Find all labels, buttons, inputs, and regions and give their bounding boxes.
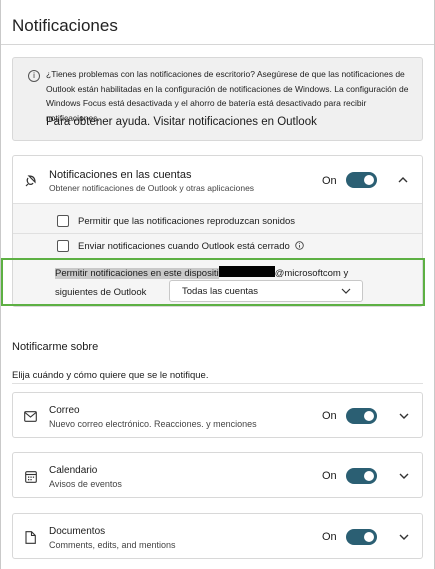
redacted-account bbox=[218, 266, 275, 277]
calendar-on-label: On bbox=[322, 470, 337, 482]
notify-section-title: Notificarme sobre bbox=[12, 341, 99, 353]
mail-toggle[interactable] bbox=[346, 408, 377, 424]
device-notifications-setting: Permitir notificaciones en este disposit… bbox=[1, 258, 425, 306]
accounts-dropdown-value: Todas las cuentas bbox=[182, 286, 259, 297]
closed-option-row[interactable]: Enviar notificaciones cuando Outlook est… bbox=[13, 235, 422, 258]
toggle-knob bbox=[364, 471, 374, 481]
document-icon bbox=[25, 531, 36, 544]
documents-toggle[interactable] bbox=[346, 529, 377, 545]
sound-option-label: Permitir que las notificaciones reproduz… bbox=[78, 216, 296, 227]
toggle-knob bbox=[364, 532, 374, 542]
mail-on-label: On bbox=[322, 410, 337, 422]
info-icon[interactable] bbox=[295, 241, 305, 250]
sound-option-row[interactable]: Permitir que las notificaciones reproduz… bbox=[13, 210, 422, 233]
documents-subtitle: Comments, edits, and mentions bbox=[49, 540, 176, 550]
chevron-down-icon[interactable] bbox=[398, 410, 410, 422]
mail-title: Correo bbox=[49, 405, 80, 416]
accounts-notifications-header[interactable]: Notificaciones en las cuentas Obtener no… bbox=[13, 156, 422, 203]
page-title: Notificaciones bbox=[12, 16, 118, 35]
chevron-down-icon[interactable] bbox=[398, 531, 410, 543]
sound-checkbox[interactable] bbox=[57, 215, 69, 227]
mail-notifications-card[interactable]: Correo Nuevo correo electrónico. Reaccio… bbox=[12, 392, 423, 438]
device-notifications-label: Permitir notificaciones en este disposit… bbox=[55, 266, 349, 279]
toggle-knob bbox=[364, 411, 374, 421]
notify-section-subtitle: Elija cuándo y cómo quiere que se le not… bbox=[12, 370, 209, 381]
documents-on-label: On bbox=[322, 531, 337, 543]
mail-icon bbox=[24, 411, 37, 422]
calendar-subtitle: Avisos de eventos bbox=[49, 479, 122, 489]
chevron-down-icon bbox=[341, 288, 351, 294]
help-link[interactable]: Para obtener ayuda. Visitar notificacion… bbox=[46, 116, 317, 128]
calendar-toggle[interactable] bbox=[346, 468, 377, 484]
toggle-knob bbox=[364, 175, 374, 185]
closed-checkbox[interactable] bbox=[57, 240, 69, 252]
accounts-notifications-subtitle: Obtener notificaciones de Outlook y otra… bbox=[49, 183, 255, 193]
settings-panel: Notificaciones i ¿Tienes problemas con l… bbox=[0, 0, 435, 569]
mail-subtitle: Nuevo correo electrónico. Reacciones. y … bbox=[49, 419, 257, 429]
info-icon: i bbox=[28, 70, 40, 82]
accounts-notifications-toggle[interactable] bbox=[346, 172, 377, 188]
title-divider bbox=[1, 44, 434, 45]
options-divider bbox=[13, 233, 422, 234]
device-notifications-label-2: siguientes de Outlook bbox=[55, 287, 147, 298]
accounts-notifications-title: Notificaciones en las cuentas bbox=[49, 169, 192, 181]
notification-ring-icon bbox=[25, 175, 36, 187]
section-divider bbox=[12, 383, 423, 384]
info-banner: i ¿Tienes problemas con las notificacion… bbox=[12, 57, 423, 141]
closed-option-label: Enviar notificaciones cuando Outlook est… bbox=[78, 241, 305, 252]
chevron-up-icon[interactable] bbox=[397, 174, 409, 186]
accounts-dropdown[interactable]: Todas las cuentas bbox=[169, 280, 363, 302]
calendar-icon bbox=[25, 471, 37, 483]
documents-title: Documentos bbox=[49, 526, 106, 537]
chevron-down-icon[interactable] bbox=[398, 470, 410, 482]
calendar-title: Calendario bbox=[49, 465, 98, 476]
documents-notifications-card[interactable]: Documentos Comments, edits, and mentions… bbox=[12, 513, 423, 559]
accounts-on-label: On bbox=[322, 175, 337, 187]
calendar-notifications-card[interactable]: Calendario Avisos de eventos On bbox=[12, 452, 423, 498]
